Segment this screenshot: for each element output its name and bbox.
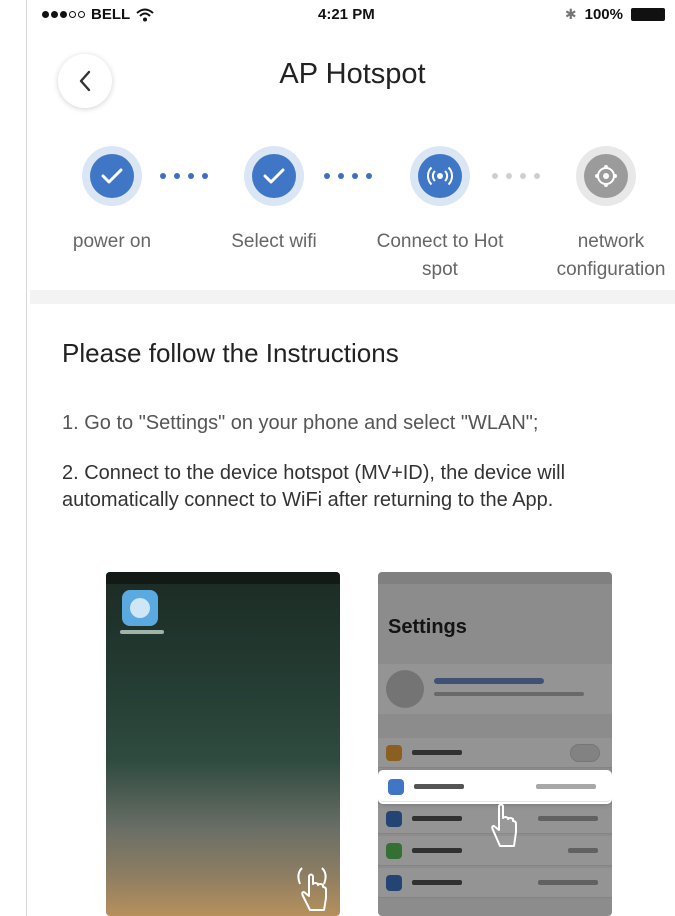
signal-strength-icon bbox=[42, 11, 85, 18]
step-label-network-configuration: network configuration bbox=[556, 231, 666, 280]
status-bar: BELL 4:21 PM ✱ 100% bbox=[30, 0, 675, 34]
instructions-title: Please follow the Instructions bbox=[62, 338, 399, 368]
step-connector bbox=[324, 173, 372, 179]
step-progress: power on Select wifi Connect to Hot spot… bbox=[30, 140, 675, 290]
phone-status-bar bbox=[106, 572, 340, 584]
check-icon bbox=[101, 168, 123, 184]
instruction-step-1: 1. Go to "Settings" on your phone and se… bbox=[62, 412, 539, 434]
step-label-power-on: power on bbox=[72, 231, 152, 252]
settings-row-wlan bbox=[380, 772, 610, 802]
app-icon-caption bbox=[120, 630, 164, 634]
hand-pointer-icon bbox=[491, 803, 517, 847]
step-label-connect-hotspot: Connect to Hot spot bbox=[376, 231, 504, 280]
network-config-icon bbox=[595, 165, 617, 187]
page-title: AP Hotspot bbox=[279, 58, 426, 90]
battery-percent: 100% bbox=[584, 6, 623, 23]
hand-pointer-icon bbox=[297, 867, 327, 911]
battery-icon bbox=[631, 8, 665, 21]
check-icon bbox=[263, 168, 285, 184]
step-label-select-wifi: Select wifi bbox=[231, 231, 317, 252]
wifi-icon bbox=[136, 8, 154, 21]
carrier-name: BELL bbox=[91, 6, 131, 23]
frame-border bbox=[26, 0, 27, 916]
step-power-on-indicator bbox=[82, 146, 142, 206]
bluetooth-icon: ✱ bbox=[564, 6, 577, 22]
step-select-wifi-indicator bbox=[244, 146, 304, 206]
status-right: ✱ 100% bbox=[565, 6, 665, 23]
instruction-step-2: 2. Connect to the device hotspot (MV+ID)… bbox=[62, 462, 566, 511]
home-screen-illustration bbox=[106, 572, 340, 916]
header: AP Hotspot bbox=[30, 40, 675, 110]
status-time: 4:21 PM bbox=[318, 6, 375, 23]
status-left: BELL bbox=[42, 6, 154, 23]
dim-overlay bbox=[378, 572, 612, 916]
step-connector bbox=[492, 173, 540, 179]
step-hotspot-indicator bbox=[410, 146, 470, 206]
hotspot-icon bbox=[427, 166, 453, 186]
section-divider bbox=[30, 290, 675, 304]
app-icon bbox=[122, 590, 158, 626]
settings-screen-illustration: Settings bbox=[378, 572, 612, 916]
step-connector bbox=[160, 173, 208, 179]
step-network-configuration-indicator bbox=[576, 146, 636, 206]
